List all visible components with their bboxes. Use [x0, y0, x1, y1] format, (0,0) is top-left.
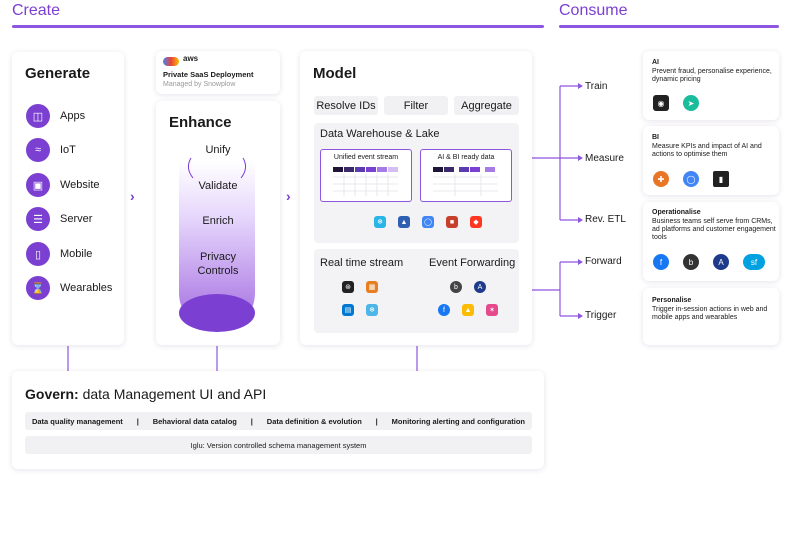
tag-data-quality: Data quality management — [31, 416, 123, 426]
eventhub-icon: ▤ — [342, 304, 354, 316]
tag-monitoring: Monitoring alerting and configuration — [391, 416, 525, 426]
generate-title: Generate — [25, 65, 91, 82]
table-grid — [433, 167, 498, 196]
braze-icon: b — [683, 254, 699, 270]
tag-separator: | — [136, 416, 139, 426]
aws-badge: aws — [183, 54, 199, 63]
google-ads-icon: ▲ — [462, 304, 474, 316]
realtime-stream-title: Real time stream — [320, 257, 404, 269]
aws-subtitle: Managed by Snowplow — [163, 81, 236, 88]
pill-filter: Filter — [384, 96, 448, 115]
enhance-step-enrich: Enrich — [202, 215, 234, 227]
consume-card-ai: AI Prevent fraud, personalise experience… — [643, 51, 779, 120]
consume-label-measure: Measure — [585, 153, 624, 164]
generate-item-iot: ≈ IoT — [26, 138, 76, 162]
consume-label-rev-etl: Rev. ETL — [585, 214, 626, 225]
pill-aggregate: Aggregate — [454, 96, 519, 115]
enhance-step-privacy: Privacy — [199, 251, 237, 263]
snowflake-icon: ❄ — [374, 216, 386, 228]
generate-item-website: ▣ Website — [26, 173, 100, 197]
robot-icon: ◉ — [653, 95, 669, 111]
generate-card: Generate ◫ Apps ≈ IoT ▣ Website ☰ Server… — [12, 52, 124, 345]
tag-data-definition: Data definition & evolution — [266, 416, 362, 426]
govern-tags-bar: Data quality management | Behavioral dat… — [25, 412, 532, 430]
redshift-icon: ▲ — [398, 216, 410, 228]
enhance-step-unify: Unify — [205, 144, 231, 156]
generate-item-wearables: ⌛ Wearables — [26, 276, 112, 300]
warehouse-panel: Data Warehouse & Lake Unified event stre… — [314, 123, 519, 243]
pill-resolve-ids: Resolve IDs — [314, 96, 378, 115]
bigquery-icon: ◯ — [422, 216, 434, 228]
databricks-icon: ◆ — [470, 216, 482, 228]
consume-label-train: Train — [585, 81, 608, 92]
iglu-bar: Iglu: Version controlled schema manageme… — [25, 436, 532, 454]
facebook-icon: f — [438, 304, 450, 316]
consume-card-personalise: Personalise Trigger in-session actions i… — [643, 288, 779, 345]
chevron-right-icon: › — [130, 188, 135, 204]
enhance-title: Enhance — [169, 114, 232, 131]
amplitude-icon: A — [474, 281, 486, 293]
enhance-cylinder-base — [179, 294, 255, 332]
table-grid — [333, 167, 398, 196]
apps-icon: ◫ — [26, 104, 50, 128]
consume-card-bi: BI Measure KPIs and impact of AI and act… — [643, 126, 779, 195]
consume-card-operationalise: Operationalise Business teams self serve… — [643, 202, 779, 281]
amplitude-icon: A — [713, 254, 729, 270]
database-icon: ☰ — [26, 207, 50, 231]
segment-icon: ✶ — [486, 304, 498, 316]
generate-item-apps: ◫ Apps — [26, 104, 85, 128]
unified-event-stream-box: Unified event stream — [320, 149, 412, 202]
tag-separator: | — [375, 416, 378, 426]
looker-icon: ◯ — [683, 171, 699, 187]
chevron-right-icon: › — [286, 188, 291, 204]
aws-title: Private SaaS Deployment — [163, 70, 254, 79]
model-card: Model Resolve IDs Filter Aggregate Data … — [300, 51, 532, 345]
consume-label-forward: Forward — [585, 256, 622, 267]
ai-bi-ready-data-box: AI & BI ready data — [420, 149, 512, 202]
warehouse-title: Data Warehouse & Lake — [320, 128, 440, 140]
powerbi-icon: ▮ — [713, 171, 729, 187]
streams-panel: Real time stream Event Forwarding ⊛ ▦ ▤ … — [314, 249, 519, 333]
cloud-icon — [163, 57, 179, 66]
pubsub-icon: ❄ — [366, 304, 378, 316]
sagemaker-icon: ➤ — [683, 95, 699, 111]
govern-title: Govern: data Management UI and API — [25, 386, 267, 402]
kinesis-icon: ▦ — [366, 281, 378, 293]
enhance-card: Enhance Unify Validate Enrich Privacy Co… — [156, 101, 280, 345]
watch-icon: ⌛ — [26, 276, 50, 300]
wifi-icon: ≈ — [26, 138, 50, 162]
mobile-icon: ▯ — [26, 242, 50, 266]
enhance-step-controls: Controls — [197, 265, 239, 277]
tag-separator: | — [250, 416, 253, 426]
facebook-icon: f — [653, 254, 669, 270]
s3-icon: ■ — [446, 216, 458, 228]
braze-icon: b — [450, 281, 462, 293]
consume-label-trigger: Trigger — [585, 310, 617, 321]
generate-item-server: ☰ Server — [26, 207, 92, 231]
browser-icon: ▣ — [26, 173, 50, 197]
salesforce-icon: sf — [743, 254, 765, 270]
model-title: Model — [313, 65, 357, 82]
event-forwarding-title: Event Forwarding — [429, 257, 516, 269]
tag-behavioral-catalog: Behavioral data catalog — [152, 416, 237, 426]
enhance-step-validate: Validate — [198, 180, 238, 192]
govern-card: Govern: data Management UI and API Data … — [12, 371, 544, 469]
generate-item-mobile: ▯ Mobile — [26, 242, 92, 266]
kafka-icon: ⊛ — [342, 281, 354, 293]
tableau-icon: ✚ — [653, 171, 669, 187]
aws-deployment-card: aws Private SaaS Deployment Managed by S… — [156, 51, 280, 94]
